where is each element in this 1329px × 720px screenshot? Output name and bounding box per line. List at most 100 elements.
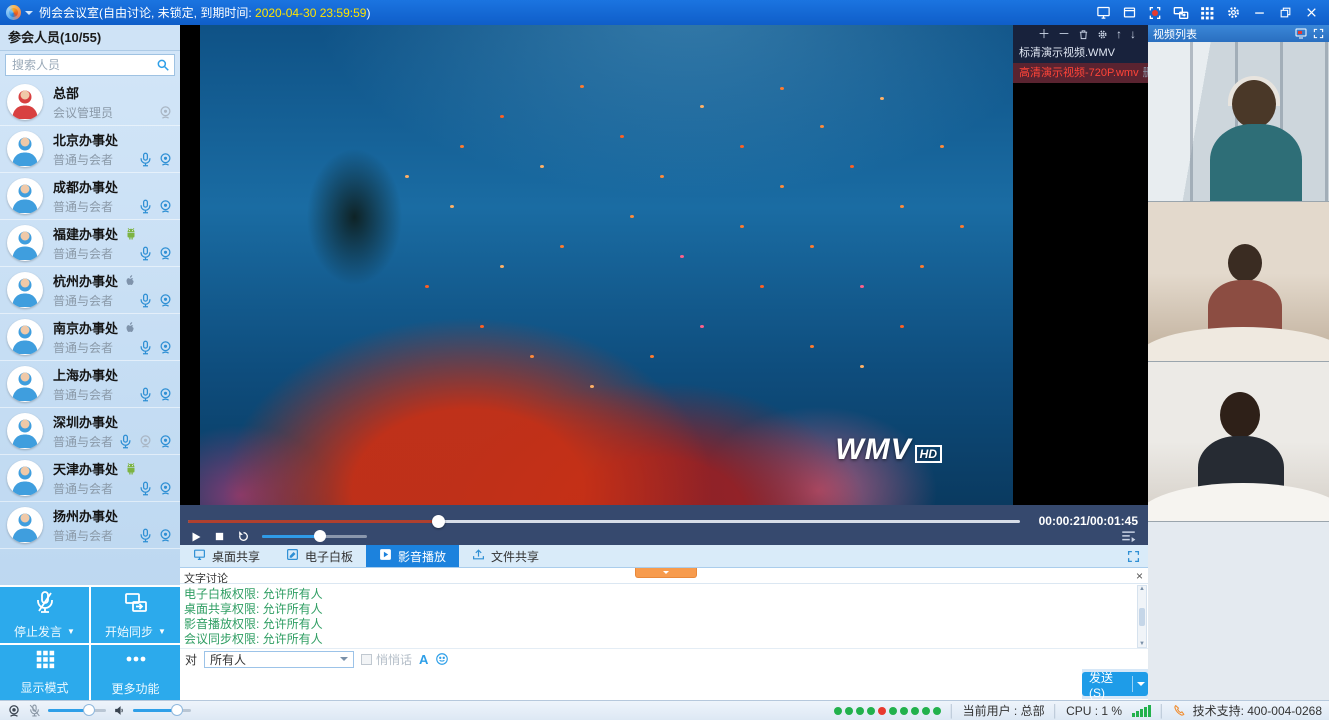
chevron-down-icon[interactable] (25, 11, 33, 19)
camera-icon[interactable] (158, 152, 173, 167)
camera-off-icon[interactable] (138, 434, 153, 449)
status-dot-green (856, 707, 864, 715)
sync-screens-icon[interactable] (1173, 5, 1189, 21)
minimize-button[interactable] (1251, 5, 1267, 21)
participant-row[interactable]: 北京办事处普通与会者 (0, 126, 180, 173)
playlist-settings-icon[interactable] (1097, 29, 1108, 40)
playlist-item[interactable]: 标清演示视频.WMV (1013, 43, 1148, 63)
webcam-status-icon[interactable] (7, 704, 21, 718)
video-list-empty (1148, 522, 1329, 700)
remote-video-3[interactable] (1148, 362, 1329, 522)
mic-icon[interactable] (138, 199, 153, 214)
camera-off-icon[interactable] (158, 105, 173, 120)
more-functions-button[interactable]: 更多功能 (91, 645, 180, 701)
record-icon[interactable] (1147, 5, 1163, 21)
participant-row[interactable]: 扬州办事处普通与会者 (0, 502, 180, 549)
replay-button[interactable] (237, 530, 250, 543)
play-icon (379, 548, 392, 564)
playlist-move-down-icon[interactable]: ↓ (1130, 28, 1136, 40)
participant-row[interactable]: 南京办事处普通与会者 (0, 314, 180, 361)
participant-row[interactable]: 福建办事处普通与会者 (0, 220, 180, 267)
maximize-button[interactable] (1277, 5, 1293, 21)
camera-icon[interactable] (158, 528, 173, 543)
scroll-down-icon[interactable]: ▼ (1139, 641, 1145, 647)
camera-icon[interactable] (158, 387, 173, 402)
camera-icon[interactable] (158, 481, 173, 496)
search-input[interactable] (5, 54, 175, 76)
play-button[interactable] (190, 531, 202, 543)
participant-row[interactable]: 成都办事处普通与会者 (0, 173, 180, 220)
playlist-toggle-icon[interactable] (1121, 530, 1136, 548)
mic-muted-icon[interactable] (28, 704, 41, 717)
screen-share-icon[interactable] (1095, 5, 1111, 21)
chevron-down-icon[interactable]: ▼ (158, 627, 166, 636)
scroll-up-icon[interactable]: ▲ (1139, 586, 1145, 592)
camera-icon[interactable] (158, 434, 173, 449)
tab-file-share[interactable]: 文件共享 (459, 545, 552, 567)
camera-icon[interactable] (158, 340, 173, 355)
chevron-down-icon[interactable]: ▼ (67, 627, 75, 636)
tab-desktop-share[interactable]: 桌面共享 (180, 545, 273, 567)
playlist-item[interactable]: 高清演示视频-720P.wmv删除 (1013, 63, 1148, 83)
mic-icon[interactable] (138, 246, 153, 261)
whisper-option[interactable]: 悄悄话 (361, 651, 412, 668)
fullscreen-icon[interactable] (1313, 28, 1324, 39)
seek-thumb[interactable] (432, 515, 445, 528)
mic-icon[interactable] (138, 340, 153, 355)
camera-icon[interactable] (158, 246, 173, 261)
display-mode-button[interactable]: 显示模式 (0, 645, 89, 701)
seek-bar[interactable] (188, 520, 1020, 523)
participant-list: 总部会议管理员北京办事处普通与会者成都办事处普通与会者福建办事处普通与会者杭州办… (0, 79, 180, 585)
send-button[interactable]: 发送(S) (1082, 672, 1148, 696)
search-icon[interactable] (156, 58, 170, 77)
mic-icon[interactable] (118, 434, 133, 449)
participant-row[interactable]: 上海办事处普通与会者 (0, 361, 180, 408)
participant-row[interactable]: 深圳办事处普通与会者 (0, 408, 180, 455)
participant-row[interactable]: 杭州办事处普通与会者 (0, 267, 180, 314)
chat-scrollbar[interactable]: ▲▼ (1137, 585, 1147, 648)
remote-video-1[interactable] (1148, 42, 1329, 202)
tab-media-playback[interactable]: 影音播放 (366, 545, 459, 567)
camera-icon[interactable] (158, 199, 173, 214)
chat-close-icon[interactable]: × (1136, 569, 1143, 583)
video-wall-icon[interactable] (1295, 28, 1307, 39)
mic-icon[interactable] (138, 528, 153, 543)
whisper-checkbox[interactable] (361, 654, 372, 665)
playlist-remove-icon[interactable]: － (1058, 28, 1070, 40)
speaker-volume-thumb[interactable] (171, 704, 183, 716)
mic-volume-thumb[interactable] (83, 704, 95, 716)
mic-icon[interactable] (138, 387, 153, 402)
remote-video-2[interactable] (1148, 202, 1329, 362)
font-style-icon[interactable]: A (419, 652, 428, 667)
start-sync-button[interactable]: 开始同步▼ (91, 587, 180, 643)
mic-icon[interactable] (138, 481, 153, 496)
chat-collapse-handle[interactable] (635, 568, 697, 578)
video-player-frame[interactable]: WMVHD (200, 25, 1013, 505)
window-mode-icon[interactable] (1121, 5, 1137, 21)
playlist-add-icon[interactable]: ＋ (1038, 28, 1050, 40)
emoji-icon[interactable] (435, 652, 449, 666)
display-grid-icon[interactable] (1199, 5, 1215, 21)
playlist-move-up-icon[interactable]: ↑ (1116, 28, 1122, 40)
stop-speaking-button[interactable]: 停止发言▼ (0, 587, 89, 643)
close-button[interactable] (1303, 5, 1319, 21)
camera-icon[interactable] (158, 293, 173, 308)
participant-row[interactable]: 天津办事处普通与会者 (0, 455, 180, 502)
send-options-icon[interactable] (1133, 678, 1148, 690)
speaker-icon[interactable] (113, 704, 126, 717)
tab-whiteboard[interactable]: 电子白板 (273, 545, 366, 567)
recipient-select[interactable]: 所有人 (204, 651, 354, 668)
mic-icon[interactable] (138, 293, 153, 308)
participant-row[interactable]: 总部会议管理员 (0, 79, 180, 126)
chat-fullscreen-icon[interactable] (1127, 545, 1140, 567)
stop-button[interactable] (214, 531, 225, 542)
settings-gear-icon[interactable] (1225, 5, 1241, 21)
playlist-trash-icon[interactable] (1078, 29, 1089, 40)
speaker-volume-slider[interactable] (133, 709, 191, 712)
mic-volume-slider[interactable] (48, 709, 106, 712)
volume-slider[interactable] (262, 535, 367, 538)
volume-thumb[interactable] (314, 530, 326, 542)
scroll-thumb[interactable] (1139, 608, 1145, 626)
mic-icon[interactable] (138, 152, 153, 167)
message-input[interactable] (180, 669, 1082, 699)
